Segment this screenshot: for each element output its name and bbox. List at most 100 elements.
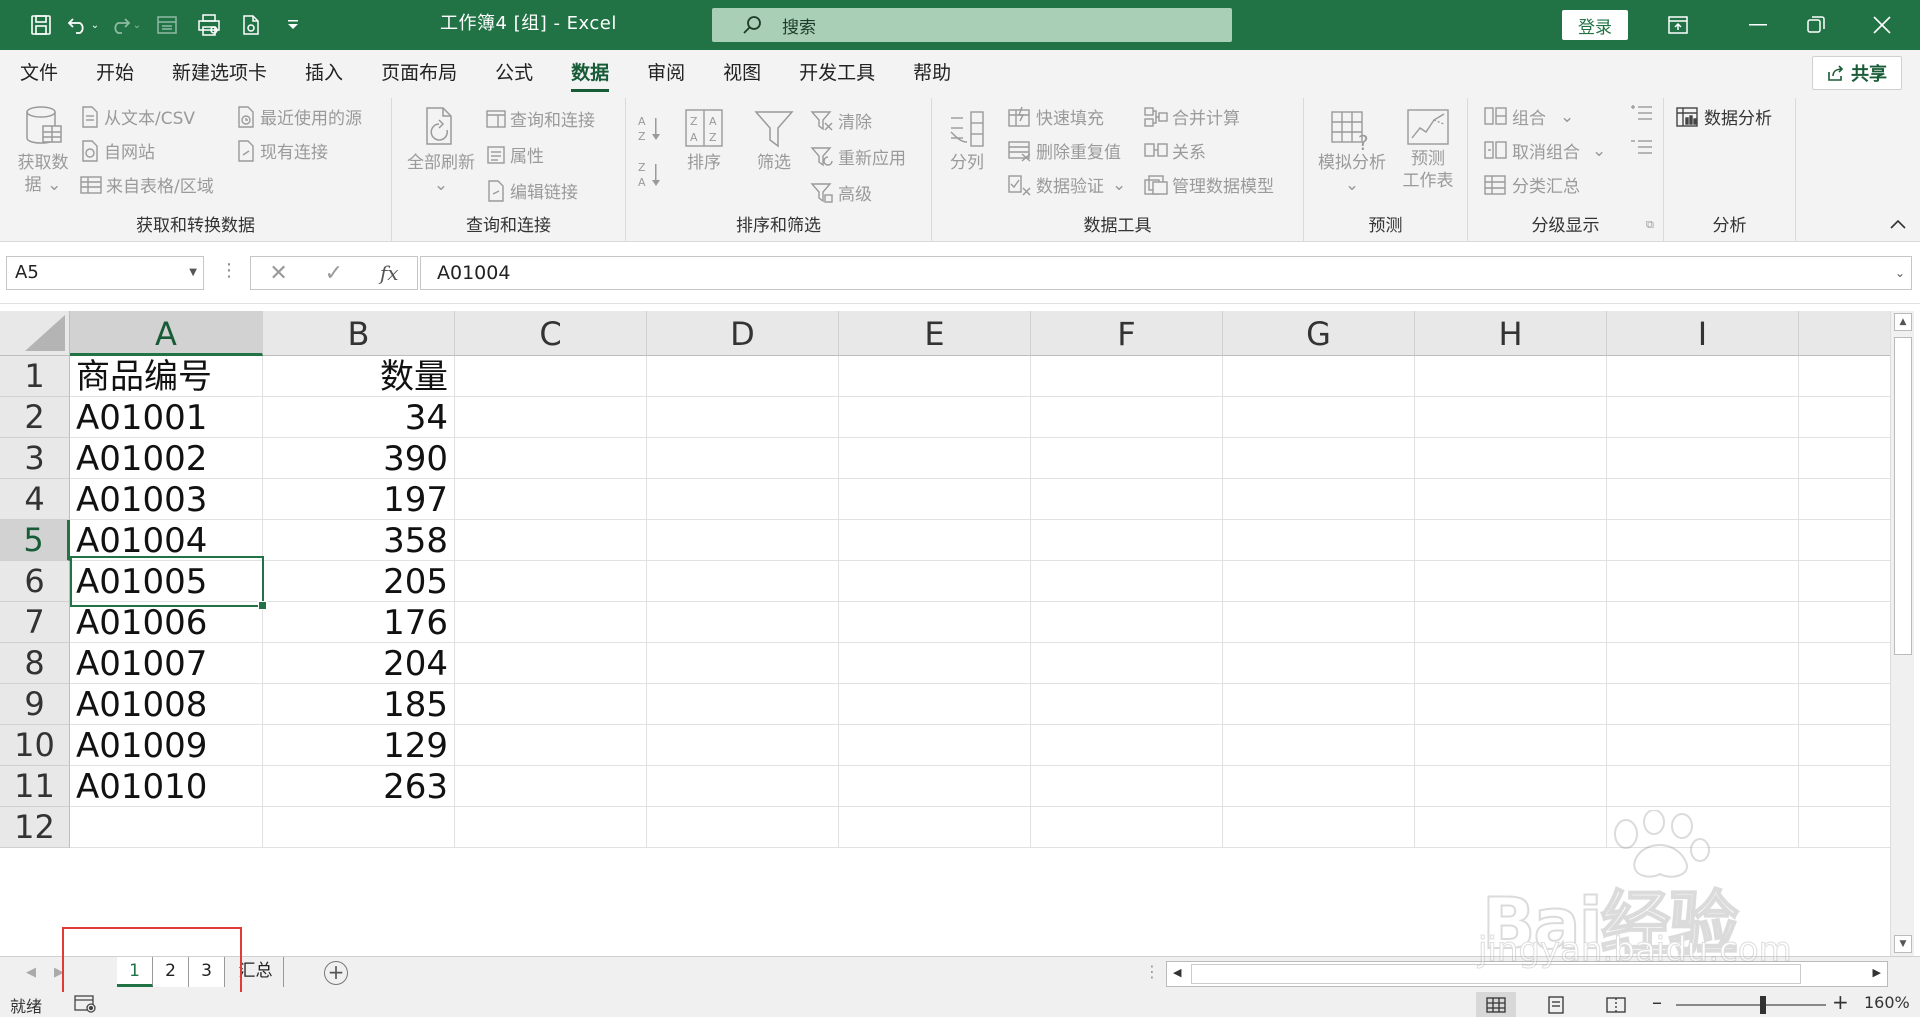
zoom-out-icon[interactable]: –: [1652, 990, 1662, 1014]
column-header-d[interactable]: D: [647, 311, 839, 356]
row-header-3[interactable]: 3: [0, 438, 70, 479]
row-header-10[interactable]: 10: [0, 725, 70, 766]
cell-a12[interactable]: [70, 807, 263, 848]
worksheet-grid[interactable]: A B C D E F G H I 1 商品编号 数量 2 A01001 34 3 A0100…: [0, 311, 1890, 956]
relationships-button[interactable]: 关系: [1144, 138, 1206, 163]
tab-split-handle-icon[interactable]: ⋮: [1144, 962, 1160, 981]
cell-h12[interactable]: [1415, 807, 1607, 848]
row-header-4[interactable]: 4: [0, 479, 70, 520]
manage-data-model-button[interactable]: 管理数据模型: [1144, 172, 1274, 197]
column-header-g[interactable]: G: [1223, 311, 1415, 356]
scroll-left-icon[interactable]: ◀: [1173, 966, 1181, 979]
cell-f9[interactable]: [1031, 684, 1223, 725]
chevron-down-icon[interactable]: ▼: [189, 257, 197, 289]
cell-f5[interactable]: [1031, 520, 1223, 561]
tab-page-layout[interactable]: 页面布局: [362, 50, 476, 98]
cell-b12[interactable]: [263, 807, 455, 848]
from-web-button[interactable]: 自网站: [80, 138, 155, 163]
tab-formulas[interactable]: 公式: [476, 50, 552, 98]
group-rows-button[interactable]: 组合 ⌄: [1484, 104, 1574, 129]
vertical-scroll-thumb[interactable]: [1894, 337, 1912, 655]
undo-icon[interactable]: ⌄: [66, 7, 100, 43]
cell-b11[interactable]: 263: [263, 766, 455, 807]
cell-h1[interactable]: [1415, 356, 1607, 397]
cell-f4[interactable]: [1031, 479, 1223, 520]
properties-button[interactable]: 属性: [486, 142, 544, 167]
cell-i10[interactable]: [1607, 725, 1799, 766]
subtotal-button[interactable]: 分类汇总: [1484, 172, 1580, 197]
tab-home[interactable]: 开始: [77, 50, 153, 98]
tab-help[interactable]: 帮助: [894, 50, 970, 98]
tab-new-tab[interactable]: 新建选项卡: [153, 50, 286, 98]
filter-button[interactable]: 筛选: [746, 108, 802, 174]
print-icon[interactable]: [234, 7, 268, 43]
column-header-c[interactable]: C: [455, 311, 647, 356]
page-layout-view-icon[interactable]: [1536, 992, 1576, 1017]
ungroup-button[interactable]: 取消组合 ⌄: [1484, 138, 1606, 163]
cell-g4[interactable]: [1223, 479, 1415, 520]
cell-c7[interactable]: [455, 602, 647, 643]
refresh-all-button[interactable]: 全部刷新 ⌄: [404, 104, 478, 196]
cell-d4[interactable]: [647, 479, 839, 520]
column-header-a[interactable]: A: [70, 311, 263, 356]
cell-d5[interactable]: [647, 520, 839, 561]
chevron-down-icon[interactable]: ⌄: [91, 20, 99, 31]
what-if-analysis-button[interactable]: ? 模拟分析 ⌄: [1314, 108, 1390, 196]
restore-icon[interactable]: [1788, 0, 1844, 50]
login-button[interactable]: 登录: [1562, 10, 1628, 40]
forecast-sheet-button[interactable]: 预测 工作表: [1398, 108, 1458, 192]
cell-b4[interactable]: 197: [263, 479, 455, 520]
cell-c10[interactable]: [455, 725, 647, 766]
cell-c12[interactable]: [455, 807, 647, 848]
cell-g1[interactable]: [1223, 356, 1415, 397]
cell-h2[interactable]: [1415, 397, 1607, 438]
cell-f6[interactable]: [1031, 561, 1223, 602]
cell-g8[interactable]: [1223, 643, 1415, 684]
cell-g9[interactable]: [1223, 684, 1415, 725]
cell-i4[interactable]: [1607, 479, 1799, 520]
cell-e8[interactable]: [839, 643, 1031, 684]
row-header-7[interactable]: 7: [0, 602, 70, 643]
name-box[interactable]: A5 ▼: [6, 256, 204, 290]
cell-e9[interactable]: [839, 684, 1031, 725]
search-input[interactable]: 搜索: [712, 8, 1232, 42]
page-break-view-icon[interactable]: [1596, 992, 1636, 1017]
row-header-12[interactable]: 12: [0, 807, 70, 848]
cell-g7[interactable]: [1223, 602, 1415, 643]
cell-b8[interactable]: 204: [263, 643, 455, 684]
cell-b10[interactable]: 129: [263, 725, 455, 766]
cell-i5[interactable]: [1607, 520, 1799, 561]
cell-c5[interactable]: [455, 520, 647, 561]
cell-d7[interactable]: [647, 602, 839, 643]
sheet-tab-2[interactable]: 2: [153, 957, 189, 987]
scroll-down-icon[interactable]: ▼: [1894, 935, 1912, 953]
reapply-filter-button[interactable]: 重新应用: [810, 144, 906, 169]
cell-d10[interactable]: [647, 725, 839, 766]
data-validation-button[interactable]: 数据验证 ⌄: [1008, 172, 1126, 197]
advanced-filter-button[interactable]: 高级: [810, 180, 872, 205]
cell-h7[interactable]: [1415, 602, 1607, 643]
zoom-in-icon[interactable]: +: [1832, 990, 1849, 1014]
tab-developer[interactable]: 开发工具: [780, 50, 894, 98]
cell-g10[interactable]: [1223, 725, 1415, 766]
form-icon[interactable]: [150, 7, 184, 43]
column-header-i[interactable]: I: [1607, 311, 1799, 356]
cell-e1[interactable]: [839, 356, 1031, 397]
cell-c11[interactable]: [455, 766, 647, 807]
existing-connections-button[interactable]: 现有连接: [236, 138, 328, 163]
expand-formula-bar-icon[interactable]: ⌄: [1895, 257, 1905, 289]
cell-e10[interactable]: [839, 725, 1031, 766]
macro-record-icon[interactable]: [74, 994, 98, 1017]
cell-d2[interactable]: [647, 397, 839, 438]
cell-j6[interactable]: [1799, 561, 1890, 602]
remove-duplicates-button[interactable]: 删除重复值: [1008, 138, 1121, 163]
cell-f8[interactable]: [1031, 643, 1223, 684]
cell-b6[interactable]: 205: [263, 561, 455, 602]
cell-g5[interactable]: [1223, 520, 1415, 561]
cell-j11[interactable]: [1799, 766, 1890, 807]
cell-f12[interactable]: [1031, 807, 1223, 848]
row-header-6[interactable]: 6: [0, 561, 70, 602]
cell-e12[interactable]: [839, 807, 1031, 848]
cell-g12[interactable]: [1223, 807, 1415, 848]
save-icon[interactable]: [24, 7, 58, 43]
